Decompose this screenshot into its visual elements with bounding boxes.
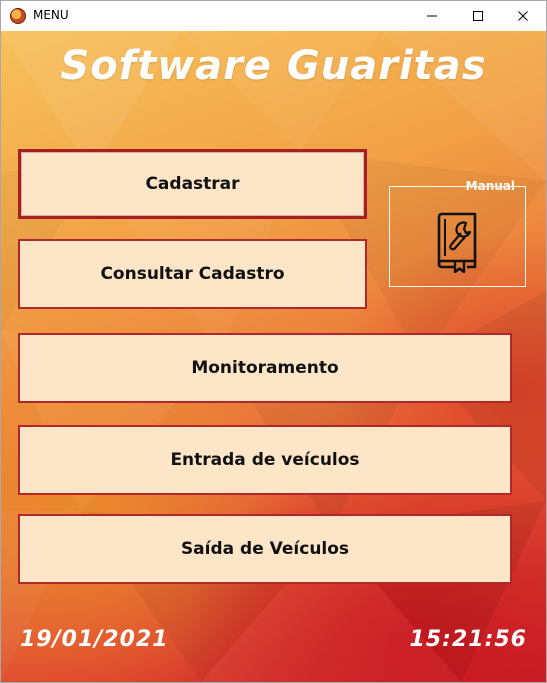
current-time: 15:21:56 [409,627,527,652]
entrada-veiculos-label: Entrada de veículos [170,450,360,470]
consultar-cadastro-button[interactable]: Consultar Cadastro [18,239,367,309]
entrada-veiculos-button[interactable]: Entrada de veículos [18,425,512,495]
consultar-cadastro-label: Consultar Cadastro [100,264,285,284]
maximize-button[interactable] [455,1,501,31]
title-bar[interactable]: MENU [1,1,546,31]
minimize-icon [427,15,437,17]
monitoramento-button[interactable]: Monitoramento [18,333,512,403]
app-logo-icon [10,8,26,24]
maximize-icon [473,11,483,21]
app-title: Software Guaritas [60,43,487,89]
close-button[interactable] [500,1,546,31]
cadastrar-button[interactable]: Cadastrar [18,149,367,219]
close-icon [518,11,528,21]
window-title: MENU [33,8,69,22]
minimize-button[interactable] [409,1,455,31]
app-window: MENU Software Guaritas Cadastrar Consult… [0,0,547,683]
manual-book-wrench-icon[interactable] [431,211,483,273]
saida-veiculos-label: Saída de Veículos [180,539,350,559]
main-panel: Software Guaritas Cadastrar Consultar Ca… [1,31,546,682]
current-date: 19/01/2021 [20,627,169,652]
monitoramento-label: Monitoramento [191,358,339,378]
saida-veiculos-button[interactable]: Saída de Veículos [18,514,512,584]
cadastrar-label: Cadastrar [145,174,240,194]
manual-label: Manual [465,179,515,193]
manual-group: Manual [389,179,526,287]
